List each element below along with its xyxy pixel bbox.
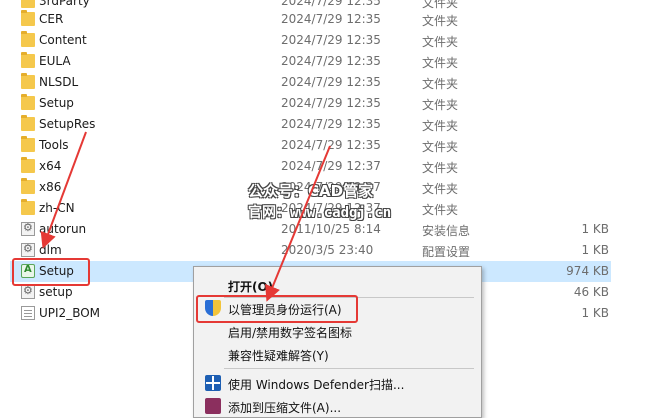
arrow-to-setup (40, 131, 87, 249)
arrow-to-run-as-admin (265, 145, 331, 302)
annotation-arrows (40, 131, 331, 302)
